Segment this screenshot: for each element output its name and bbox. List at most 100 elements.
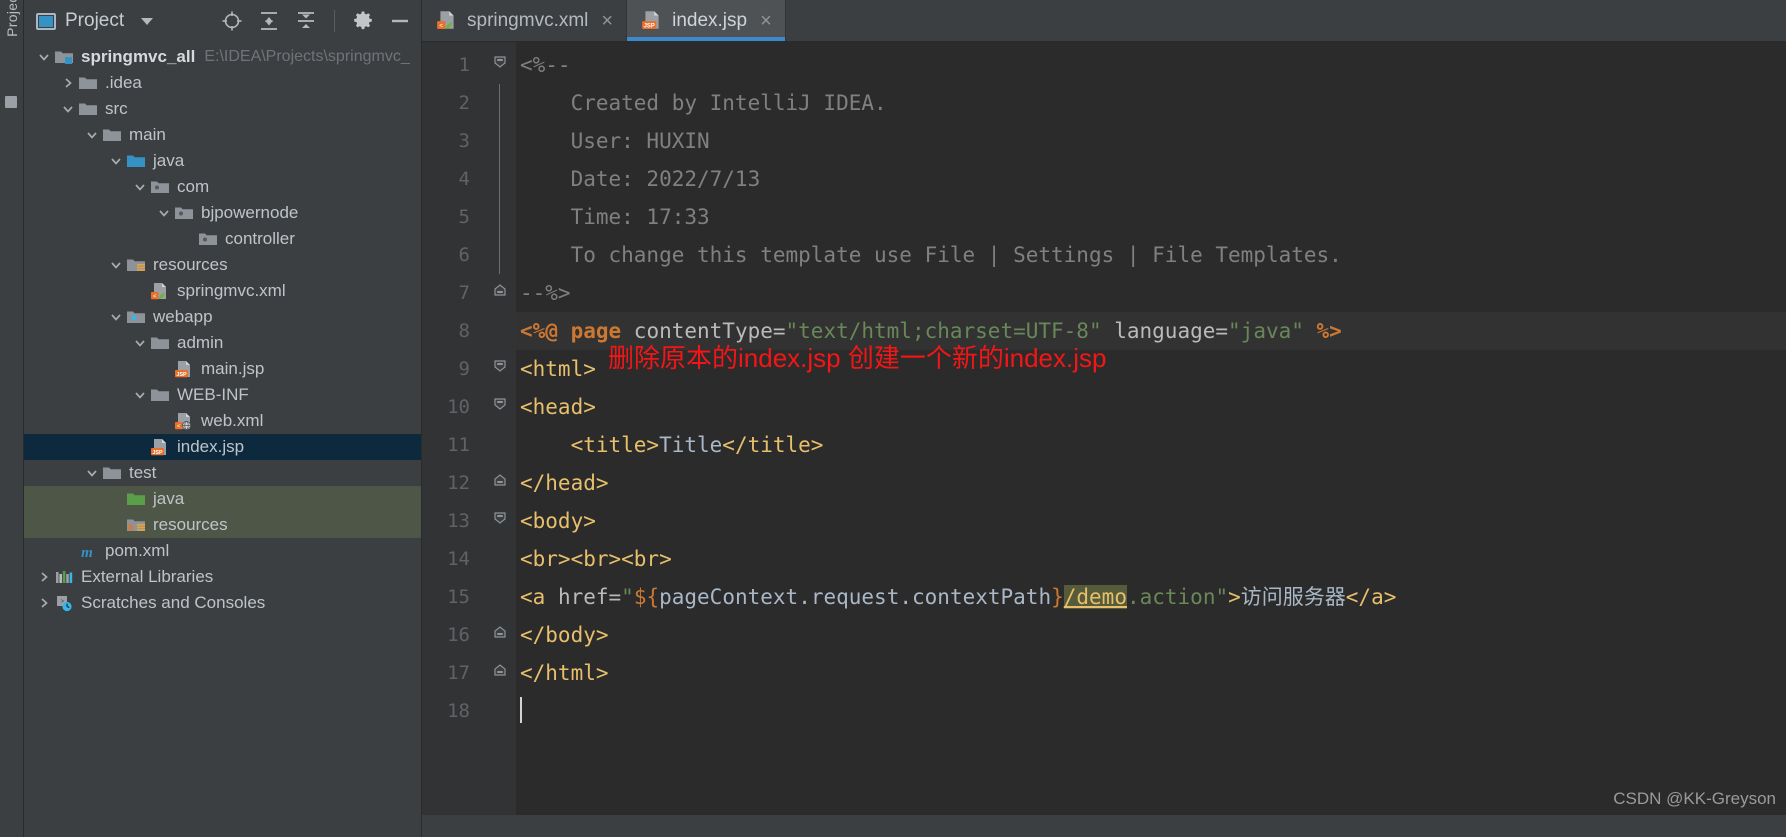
fold-end-icon[interactable] [482,654,516,692]
code-line[interactable]: <head> [516,388,1786,426]
fold-start-icon[interactable] [482,388,516,426]
tree-node-src[interactable]: src [24,96,421,122]
fold-end-icon[interactable] [482,274,516,312]
chevron-right-icon[interactable] [60,76,76,90]
code-line[interactable] [516,692,1786,730]
code-content[interactable]: <%-- Created by IntelliJ IDEA. User: HUX… [516,42,1786,815]
code-token: User: HUXIN [520,129,710,153]
close-icon[interactable]: × [760,11,772,31]
tree-node-scratches-and-consoles[interactable]: > Scratches and Consoles [24,590,421,616]
fold-region-line[interactable] [482,198,516,236]
line-number: 12 [447,472,470,494]
tree-node-admin[interactable]: admin [24,330,421,356]
chevron-down-icon[interactable] [36,50,52,64]
tree-node-test[interactable]: test [24,460,421,486]
tree-node--idea[interactable]: .idea [24,70,421,96]
code-line[interactable]: To change this template use File | Setti… [516,236,1786,274]
locate-target-icon[interactable] [221,10,243,32]
fold-start-icon[interactable] [482,350,516,388]
chevron-down-icon[interactable] [156,206,172,220]
tree-node-index-jsp[interactable]: JSP index.jsp [24,434,421,460]
fold-region-line[interactable] [482,84,516,122]
code-token: ${ [633,585,660,609]
tree-node-bjpowernode[interactable]: bjpowernode [24,200,421,226]
tree-node-label: java [153,489,185,508]
chevron-down-icon[interactable] [132,388,148,402]
fold-start-icon[interactable] [482,502,516,540]
tree-node-resources[interactable]: resources [24,512,421,538]
tree-node-java[interactable]: java [24,148,421,174]
editor-tab-springmvc-xml[interactable]: < springmvc.xml × [422,0,628,41]
chevron-down-icon[interactable] [60,102,76,116]
close-icon[interactable]: × [601,11,613,31]
jsp-file-icon: JSP [641,10,663,32]
chevron-down-icon[interactable] [84,128,100,142]
fold-end-icon[interactable] [482,616,516,654]
code-line[interactable]: <title>Title</title> [516,426,1786,464]
code-folding-gutter[interactable] [482,42,516,815]
code-token: Created by IntelliJ IDEA. [520,91,887,115]
code-line[interactable]: Created by IntelliJ IDEA. [516,84,1786,122]
code-token: To change this template use File | Setti… [520,243,1342,267]
tree-node-web-inf[interactable]: WEB-INF [24,382,421,408]
package-icon [198,230,218,248]
module-folder-icon [54,48,74,66]
chevron-down-icon[interactable] [132,180,148,194]
code-line[interactable]: </html> [516,654,1786,692]
tree-node-web-xml[interactable]: < web.xml [24,408,421,434]
tree-node-external-libraries[interactable]: External Libraries [24,564,421,590]
tree-node-resources[interactable]: resources [24,252,421,278]
tree-node-label: admin [177,333,224,352]
gear-icon[interactable] [352,10,374,32]
chevron-down-icon[interactable] [132,336,148,350]
editor-tab-index-jsp[interactable]: JSP index.jsp × [627,0,786,41]
code-editor[interactable]: 1 2 3 4 5 6 7 8 9 10 11 12 13 14 15 16 17 18 <%-- Created… [422,42,1786,815]
chevron-down-icon[interactable] [84,466,100,480]
tree-node-com[interactable]: com [24,174,421,200]
project-tool-window-button[interactable]: Project [4,0,20,46]
fold-start-icon[interactable] [482,46,516,84]
fold-region-line[interactable] [482,160,516,198]
chevron-down-icon[interactable] [141,17,154,25]
code-line[interactable]: --%> [516,274,1786,312]
fold-end-icon[interactable] [482,464,516,502]
code-line[interactable]: User: HUXIN [516,122,1786,160]
folder-icon [150,386,170,404]
structure-tool-icon[interactable] [5,96,17,108]
jsp-file-icon: JSP [174,360,194,378]
chevron-down-icon[interactable] [108,154,124,168]
fold-region-line[interactable] [482,236,516,274]
fold-region-line[interactable] [482,122,516,160]
code-token: <br><br><br> [520,547,672,571]
code-line[interactable]: Time: 17:33 [516,198,1786,236]
tree-node-springmvc-all[interactable]: springmvc_all E:\IDEA\Projects\springmvc_ [24,44,421,70]
svg-text:<: < [439,22,443,29]
code-line[interactable]: <%-- [516,46,1786,84]
minimize-icon[interactable] [389,10,411,32]
tree-node-controller[interactable]: controller [24,226,421,252]
code-line[interactable]: <a href="${pageContext.request.contextPa… [516,578,1786,616]
code-line[interactable]: Date: 2022/7/13 [516,160,1786,198]
chevron-right-icon[interactable] [36,596,52,610]
code-line[interactable]: <br><br><br> [516,540,1786,578]
expand-all-icon[interactable] [258,10,280,32]
tree-node-webapp[interactable]: webapp [24,304,421,330]
chevron-down-icon[interactable] [108,310,124,324]
code-line[interactable]: </body> [516,616,1786,654]
chevron-right-icon[interactable] [36,570,52,584]
tree-node-main-jsp[interactable]: JSP main.jsp [24,356,421,382]
web-xml-icon: < [174,412,194,430]
chevron-down-icon[interactable] [108,258,124,272]
project-tree[interactable]: springmvc_all E:\IDEA\Projects\springmvc_… [24,42,421,815]
collapse-all-icon[interactable] [295,10,317,32]
code-token: </a> [1345,585,1397,609]
tree-node-springmvc-xml[interactable]: < springmvc.xml [24,278,421,304]
tree-node-main[interactable]: main [24,122,421,148]
code-line[interactable]: </head> [516,464,1786,502]
code-token: %> [1303,319,1342,343]
project-title-group[interactable]: Project [36,10,154,32]
spring-xml-icon: < [436,10,458,32]
code-line[interactable]: <body> [516,502,1786,540]
tree-node-pom-xml[interactable]: m pom.xml [24,538,421,564]
tree-node-java[interactable]: java [24,486,421,512]
